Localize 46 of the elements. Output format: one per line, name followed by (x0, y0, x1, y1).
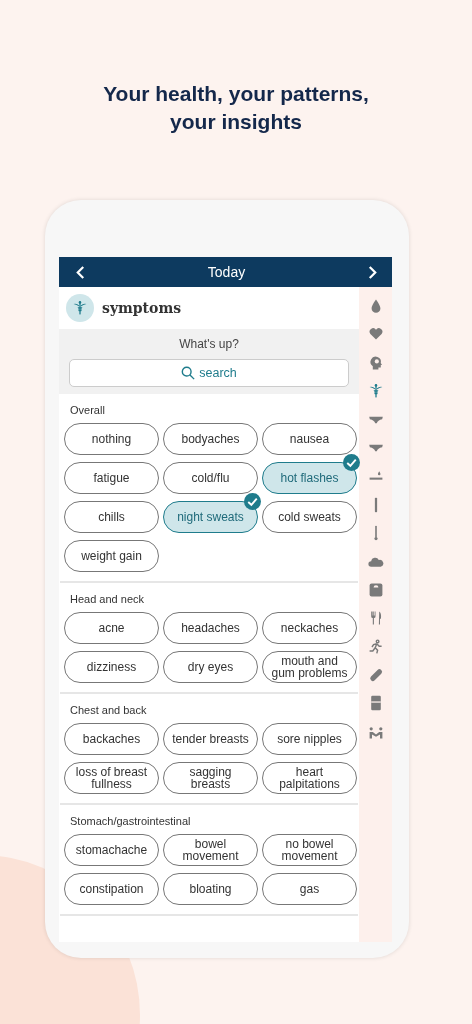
symptom-chip[interactable]: acne (64, 612, 159, 644)
head-icon[interactable] (367, 354, 384, 371)
check-icon (343, 454, 360, 471)
section-title: Overall (70, 404, 106, 416)
symptom-chip[interactable]: cold sweats (262, 501, 357, 533)
section-title: Chest and back (70, 704, 148, 716)
symptom-chip[interactable]: neckaches (262, 612, 357, 644)
symptom-chip[interactable]: dizziness (64, 651, 159, 683)
symptom-chip[interactable]: mouth and gum problems (262, 651, 357, 683)
symptom-chip[interactable]: constipation (64, 873, 159, 905)
symptom-chip[interactable]: cold/flu (163, 462, 258, 494)
date-title: Today (207, 264, 246, 280)
symptom-chip[interactable]: backaches (64, 723, 159, 755)
headline: Your health, your patterns, (103, 81, 369, 107)
runner-icon[interactable] (367, 638, 384, 655)
symptom-chip[interactable]: stomachache (64, 834, 159, 866)
section-title: Stomach/gastrointestinal (70, 815, 192, 827)
symptom-chip[interactable]: tender breasts (163, 723, 258, 755)
symptom-chip[interactable]: loss of breast fullness (64, 762, 159, 794)
symptom-chip[interactable]: chills (64, 501, 159, 533)
symptom-chip[interactable]: night sweats (163, 501, 258, 533)
symptom-chip[interactable]: no bowel movement (262, 834, 357, 866)
symptom-chip[interactable]: weight gain (64, 540, 159, 572)
symptom-chip[interactable]: bowel movement (163, 834, 258, 866)
search-field[interactable]: search (69, 359, 349, 387)
scale-icon[interactable] (367, 581, 384, 598)
caduceus-icon (66, 294, 94, 322)
prompt-text: What's up? (178, 337, 240, 351)
headline: your insights (170, 109, 302, 135)
symptom-chip[interactable]: nausea (262, 423, 357, 455)
section-title: Head and neck (70, 593, 145, 605)
symptom-chip[interactable]: bloating (163, 873, 258, 905)
symptom-chip[interactable]: nothing (64, 423, 159, 455)
symptom-chip[interactable]: gas (262, 873, 357, 905)
symptom-chip[interactable]: dry eyes (163, 651, 258, 683)
symptom-chip[interactable]: hot flashes (262, 462, 357, 494)
forward-icon[interactable] (367, 264, 378, 280)
back-icon[interactable] (75, 264, 86, 280)
symptom-chip[interactable]: heart palpitations (262, 762, 357, 794)
symptom-chip[interactable]: bodyaches (163, 423, 258, 455)
check-icon (244, 493, 261, 510)
symptom-chip[interactable]: sore nipples (262, 723, 357, 755)
category-title: symptoms (102, 300, 182, 316)
symptom-chip[interactable]: fatigue (64, 462, 159, 494)
symptom-chip[interactable]: sagging breasts (163, 762, 258, 794)
symptom-chip[interactable]: headaches (163, 612, 258, 644)
